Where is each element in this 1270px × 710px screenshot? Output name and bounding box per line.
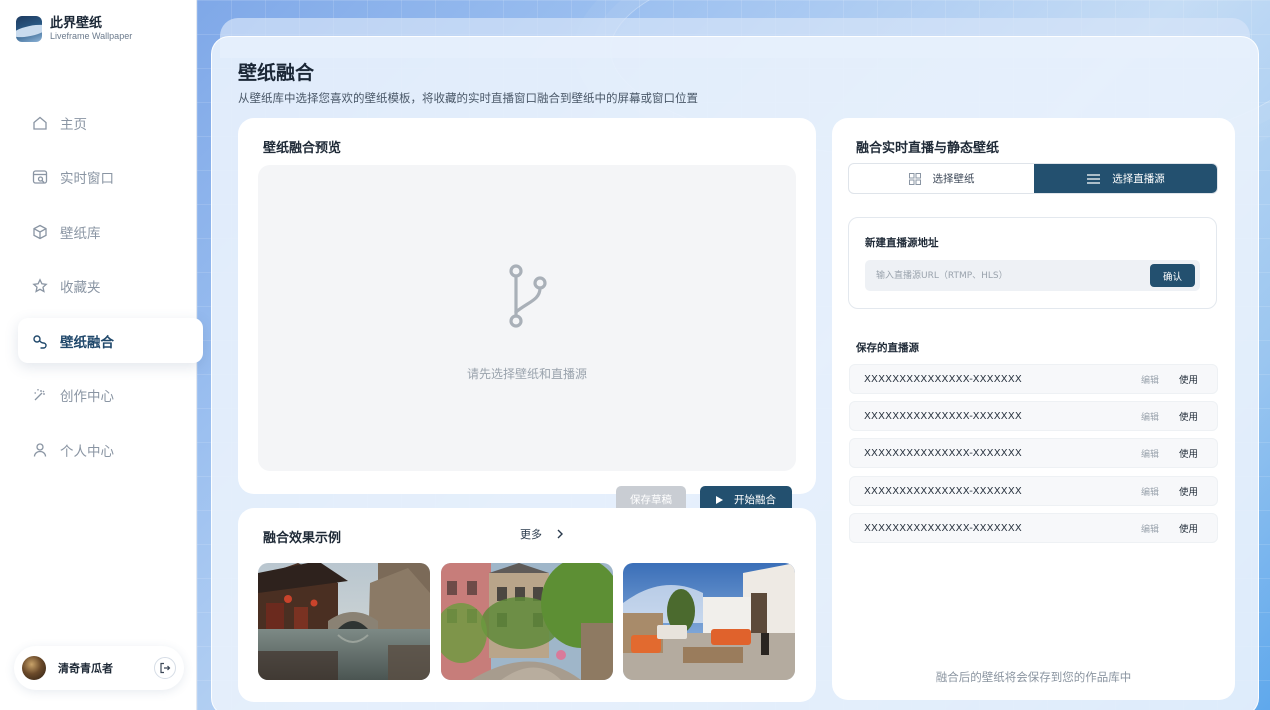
fusion-settings-card: 融合实时直播与静态壁纸 选择壁纸 选择直播源 新建直播源地址 确认 保存的直播源… xyxy=(832,118,1235,700)
link-icon xyxy=(32,333,48,349)
branch-icon xyxy=(508,263,548,333)
list-item: XXXXXXXXXXXXXXX-XXXXXXX 编辑 使用 xyxy=(849,401,1218,431)
use-button[interactable]: 使用 xyxy=(1179,372,1198,386)
more-label: 更多 xyxy=(520,528,542,541)
tab-label: 选择壁纸 xyxy=(932,173,975,185)
user-card[interactable]: 清奇青瓜者 xyxy=(14,646,184,690)
library-box-icon xyxy=(32,224,48,240)
user-name: 清奇青瓜者 xyxy=(58,662,113,675)
confirm-button[interactable]: 确认 xyxy=(1150,264,1195,287)
sidebar-item-profile[interactable]: 个人中心 xyxy=(18,427,203,472)
sidebar-item-library[interactable]: 壁纸库 xyxy=(18,209,203,254)
source-id: XXXXXXXXXXXXXXX-XXXXXXX xyxy=(864,485,1022,497)
sidebar: 此界壁纸 Liveframe Wallpaper 主页 实时窗口 壁纸库 收藏夹… xyxy=(0,0,203,710)
rooftop-terrace-photo[interactable] xyxy=(623,563,795,680)
sidebar-item-label: 收藏夹 xyxy=(60,280,101,296)
tab-select-wallpaper[interactable]: 选择壁纸 xyxy=(849,164,1034,193)
source-id: XXXXXXXXXXXXXXX-XXXXXXX xyxy=(864,522,1022,534)
menu-icon xyxy=(1087,173,1101,184)
home-icon xyxy=(32,115,48,131)
avatar[interactable] xyxy=(22,656,46,680)
page-description: 从壁纸库中选择您喜欢的壁纸模板，将收藏的实时直播窗口融合到壁纸中的屏幕或窗口位置 xyxy=(238,91,698,105)
live-window-icon xyxy=(32,169,48,185)
edit-button[interactable]: 编辑 xyxy=(1141,522,1159,535)
sidebar-item-fusion[interactable]: 壁纸融合 xyxy=(18,318,203,363)
sidebar-item-label: 个人中心 xyxy=(60,443,114,460)
list-item: XXXXXXXXXXXXXXX-XXXXXXX 编辑 使用 xyxy=(849,476,1218,506)
edit-button[interactable]: 编辑 xyxy=(1141,447,1159,460)
tab-label: 选择直播源 xyxy=(1112,173,1165,185)
new-source-title: 新建直播源地址 xyxy=(865,237,939,249)
sidebar-item-home[interactable]: 主页 xyxy=(18,100,203,145)
brand-name: 此界壁纸 xyxy=(50,16,103,31)
play-icon xyxy=(716,495,723,504)
list-item: XXXXXXXXXXXXXXX-XXXXXXX 编辑 使用 xyxy=(849,513,1218,543)
fusion-title: 融合实时直播与静态壁纸 xyxy=(856,141,1000,156)
brand[interactable]: 此界壁纸 Liveframe Wallpaper xyxy=(16,16,132,42)
source-tabs: 选择壁纸 选择直播源 xyxy=(848,163,1218,194)
use-button[interactable]: 使用 xyxy=(1179,521,1198,535)
edit-button[interactable]: 编辑 xyxy=(1141,485,1159,498)
preview-area[interactable]: 请先选择壁纸和直播源 xyxy=(258,165,796,471)
sidebar-item-live-window[interactable]: 实时窗口 xyxy=(18,155,203,200)
ivy-street-photo[interactable] xyxy=(441,563,613,680)
sidebar-nav: 主页 实时窗口 壁纸库 收藏夹 壁纸融合 创作中心 个人中心 xyxy=(18,100,203,482)
examples-card: 融合效果示例 更多 xyxy=(238,508,816,702)
examples-title: 融合效果示例 xyxy=(263,531,342,546)
list-item: XXXXXXXXXXXXXXX-XXXXXXX 编辑 使用 xyxy=(849,364,1218,394)
start-fusion-label: 开始融合 xyxy=(734,494,776,506)
list-item: XXXXXXXXXXXXXXX-XXXXXXX 编辑 使用 xyxy=(849,438,1218,468)
new-source-box: 新建直播源地址 确认 xyxy=(848,217,1217,309)
edit-button[interactable]: 编辑 xyxy=(1141,373,1159,386)
preview-card: 壁纸融合预览 请先选择壁纸和直播源 xyxy=(238,118,816,494)
sidebar-item-label: 实时窗口 xyxy=(60,171,114,187)
source-id: XXXXXXXXXXXXXXX-XXXXXXX xyxy=(864,410,1022,422)
sidebar-item-favorites[interactable]: 收藏夹 xyxy=(18,264,203,309)
preview-title: 壁纸融合预览 xyxy=(263,141,342,156)
source-id: XXXXXXXXXXXXXXX-XXXXXXX xyxy=(864,447,1022,459)
source-id: XXXXXXXXXXXXXXX-XXXXXXX xyxy=(864,373,1022,385)
sidebar-item-label: 主页 xyxy=(60,116,87,133)
save-note: 融合后的壁纸将会保存到您的作品库中 xyxy=(935,670,1132,684)
use-button[interactable]: 使用 xyxy=(1179,446,1198,460)
sidebar-item-label: 壁纸库 xyxy=(60,225,101,242)
more-link[interactable]: 更多 xyxy=(520,526,564,542)
grid-icon xyxy=(908,172,921,185)
sidebar-item-label: 创作中心 xyxy=(60,389,114,405)
chevron-right-icon xyxy=(557,529,563,539)
canal-town-photo[interactable] xyxy=(258,563,430,680)
star-icon xyxy=(32,278,48,294)
use-button[interactable]: 使用 xyxy=(1179,409,1198,423)
use-button[interactable]: 使用 xyxy=(1179,484,1198,498)
brand-subtitle: Liveframe Wallpaper xyxy=(50,31,133,41)
page-title: 壁纸融合 xyxy=(238,62,315,84)
tab-select-live-source[interactable]: 选择直播源 xyxy=(1034,164,1217,193)
logout-icon xyxy=(160,662,171,674)
brand-logo-icon xyxy=(16,16,42,42)
sidebar-item-label: 壁纸融合 xyxy=(60,334,114,351)
user-icon xyxy=(32,442,48,458)
magic-wand-icon xyxy=(32,387,48,403)
edit-button[interactable]: 编辑 xyxy=(1141,410,1159,423)
preview-hint: 请先选择壁纸和直播源 xyxy=(466,367,587,381)
saved-sources-title: 保存的直播源 xyxy=(856,342,919,354)
logout-button[interactable] xyxy=(154,657,176,679)
sidebar-item-creation[interactable]: 创作中心 xyxy=(18,373,203,418)
